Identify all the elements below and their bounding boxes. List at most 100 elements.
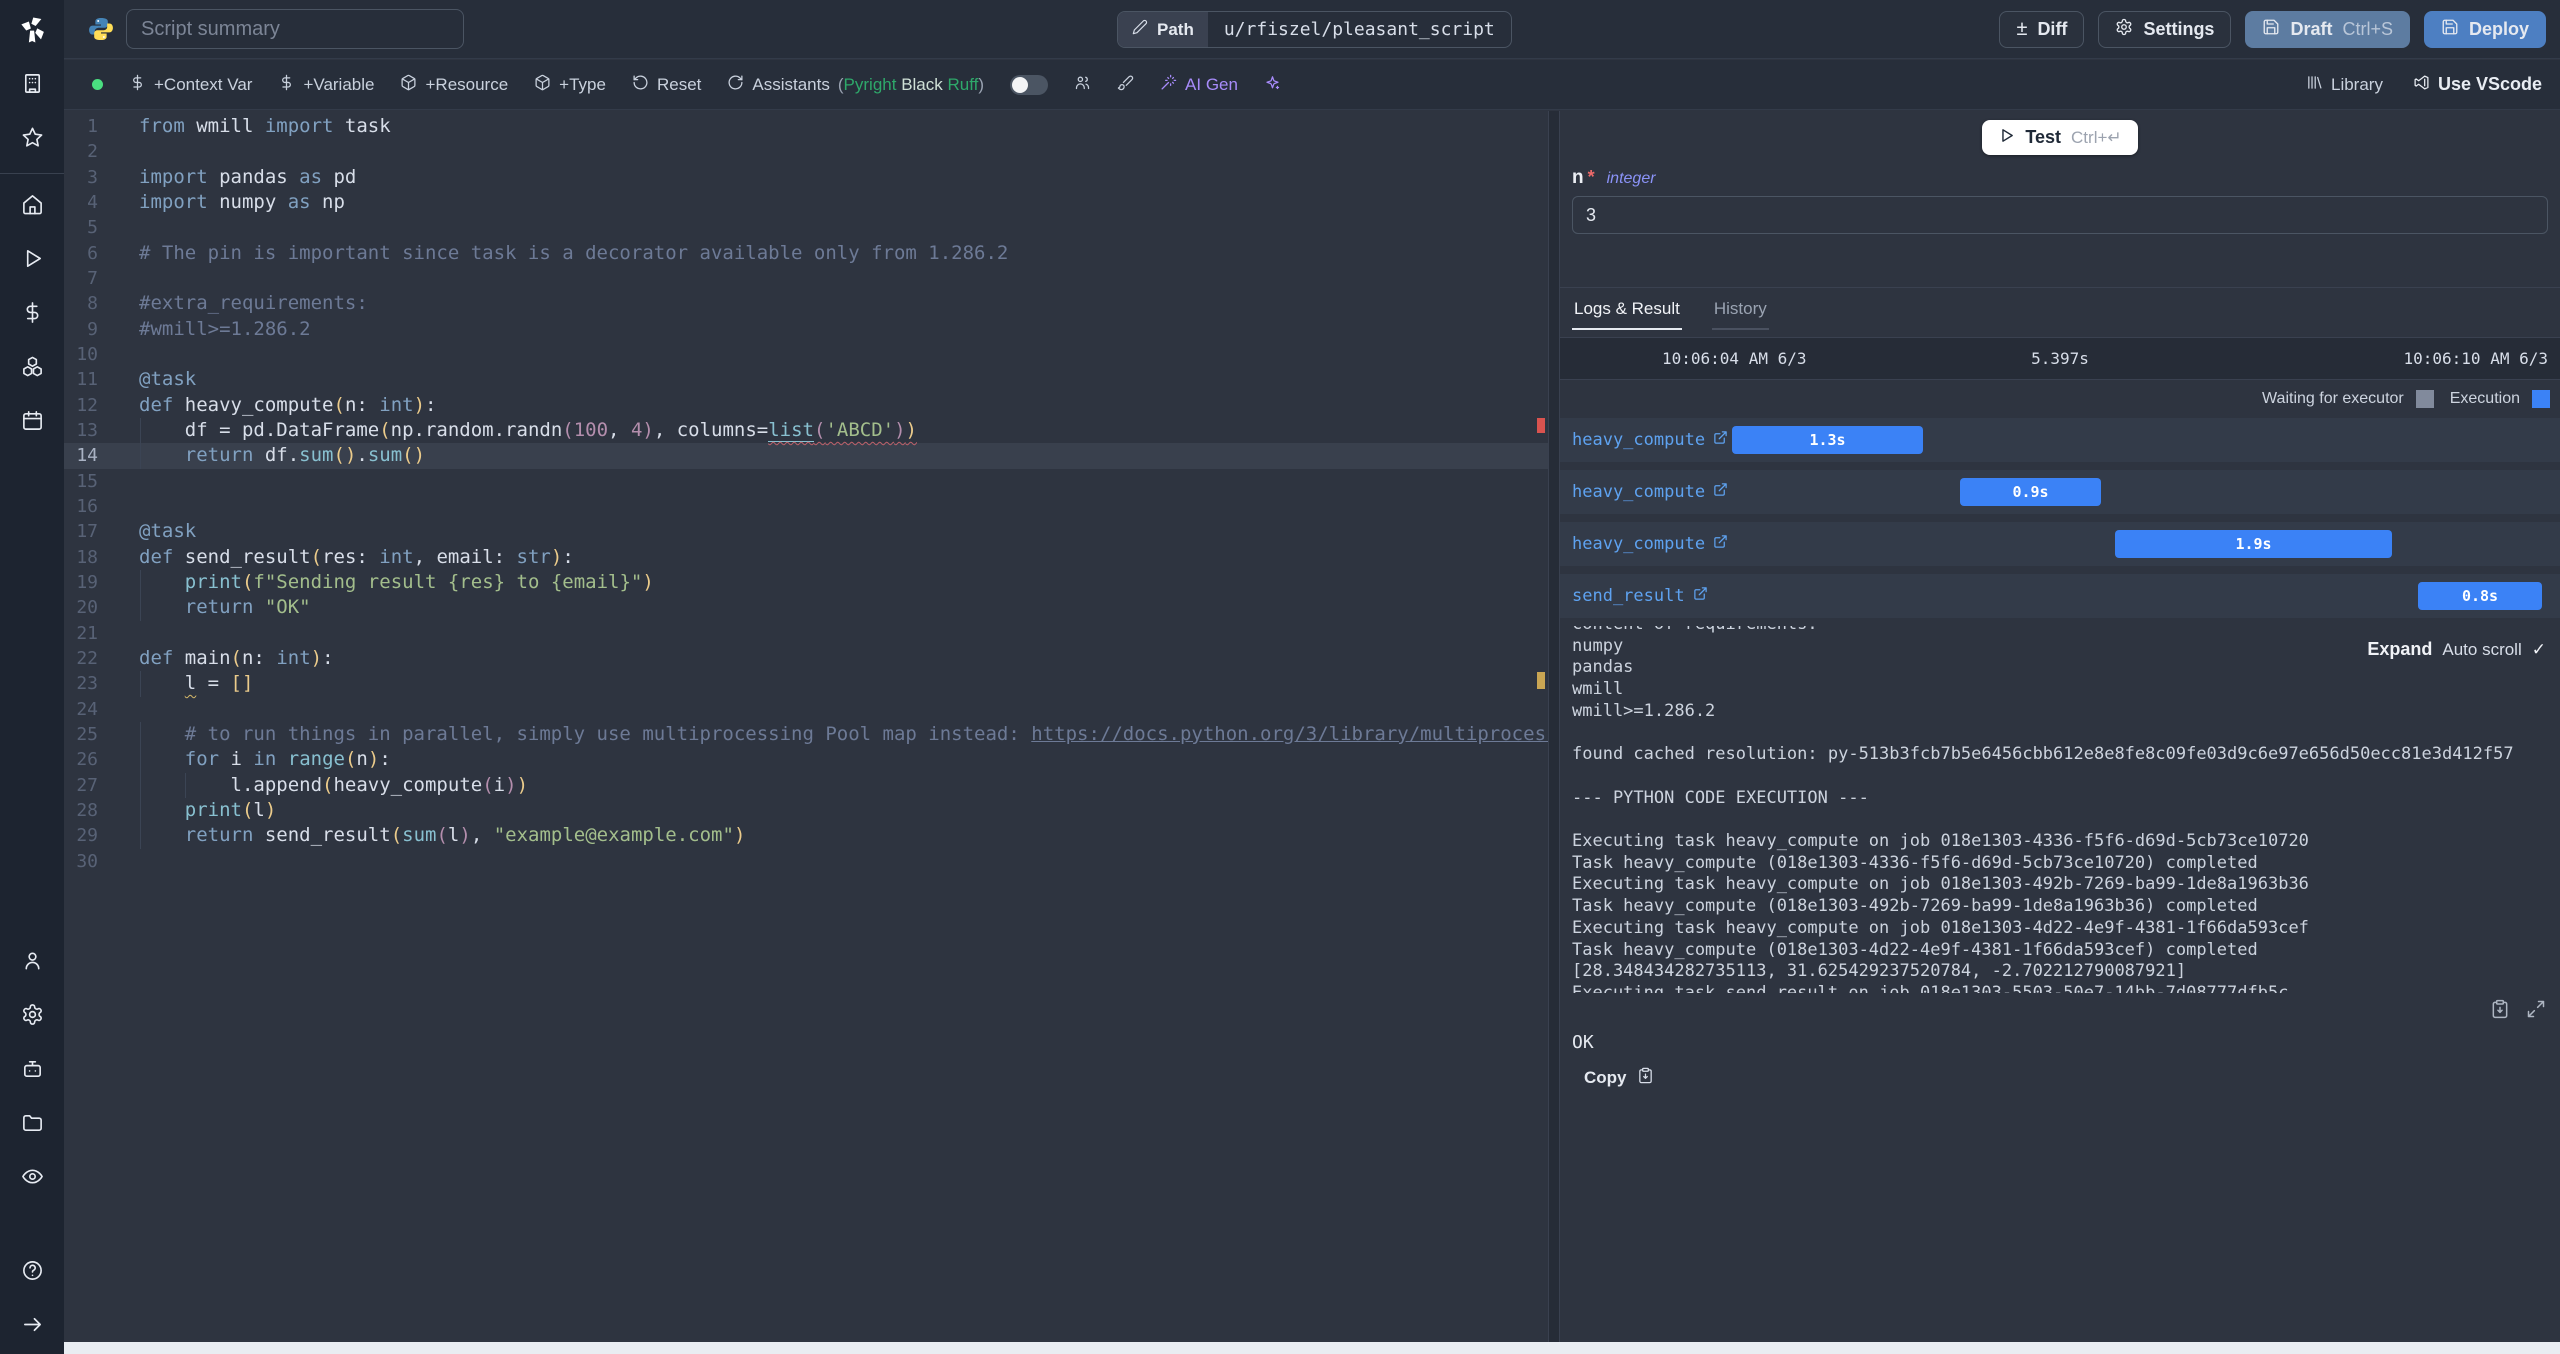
add-variable-button[interactable]: +Variable [278, 74, 374, 96]
line-number: 8 [87, 293, 98, 315]
vscode-icon [2413, 74, 2430, 96]
tab-history[interactable]: History [1711, 288, 1769, 330]
help-icon [21, 1259, 44, 1287]
bottom-scrollbar-track[interactable] [64, 1342, 2560, 1354]
path-value: u/rfiszel/pleasant_script [1223, 19, 1495, 40]
windmill-logo[interactable] [0, 0, 64, 59]
run-end-time: 10:06:10 AM 6/3 [2403, 349, 2549, 368]
code-line: 25 # to run things in parallel, simply u… [64, 721, 1548, 748]
warning-marker [1537, 672, 1545, 689]
task-link[interactable]: send_result [1572, 586, 1708, 606]
code-line: 15 [64, 469, 1548, 494]
legend-execution-label: Execution [2449, 390, 2520, 407]
ai-sparkles-button[interactable] [1264, 74, 1281, 96]
execution-bar[interactable]: 0.8s [2418, 582, 2542, 610]
collapse-arrow-icon [21, 1313, 44, 1341]
deploy-button[interactable]: Deploy [2423, 11, 2546, 48]
execution-bar[interactable]: 0.9s [1960, 478, 2101, 506]
execution-bar[interactable]: 1.9s [2115, 530, 2392, 558]
save-icon [2262, 18, 2280, 41]
reset-button[interactable]: Reset [632, 74, 701, 96]
autoscroll-toggle[interactable]: Auto scroll [2442, 640, 2521, 660]
log-viewer: content of requirements: numpy pandas wm… [1560, 626, 2560, 993]
test-shortcut: Ctrl+↵ [2071, 127, 2122, 147]
code-line: 8 #extra_requirements: [64, 291, 1548, 316]
sidebar-item-resources[interactable] [0, 342, 64, 396]
sidebar-item-audit[interactable] [0, 1152, 64, 1206]
code-editor[interactable]: 1 from wmill import task 2 3 import pandas a… [64, 111, 1548, 1342]
tab-logs-result[interactable]: Logs & Result [1572, 288, 1682, 330]
sidebar-item-help[interactable] [0, 1246, 64, 1300]
assistants-button[interactable]: Assistants (Pyright Black Ruff) [727, 74, 984, 96]
line-number: 11 [76, 369, 98, 391]
rotate-cw-icon [727, 74, 744, 96]
path-chip[interactable]: Path u/rfiszel/pleasant_script [1117, 11, 1512, 48]
code-line: 11 @task [64, 367, 1548, 392]
task-link[interactable]: heavy_compute [1572, 482, 1728, 502]
add-context-var-button[interactable]: +Context Var [129, 74, 252, 96]
use-vscode-button[interactable]: Use VScode [2413, 74, 2542, 96]
draft-shortcut: Ctrl+S [2342, 19, 2393, 39]
sidebar-item-settings[interactable] [0, 990, 64, 1044]
execution-bar[interactable]: 1.3s [1732, 426, 1923, 454]
code-line: 24 [64, 697, 1548, 722]
code-line: 12 def heavy_compute(n: int): [64, 393, 1548, 418]
settings-button[interactable]: Settings [2098, 11, 2232, 48]
multiplayer-button[interactable] [1074, 74, 1091, 96]
copy-result-button[interactable]: Copy [1584, 1067, 2560, 1089]
line-number: 1 [87, 116, 98, 137]
line-number: 24 [76, 698, 98, 720]
sidebar-item-workspace[interactable] [0, 59, 64, 113]
line-number: 25 [76, 723, 98, 745]
code-line: 1 from wmill import task [64, 114, 1548, 139]
copy-logs-icon[interactable] [2490, 999, 2510, 1024]
log-expand-button[interactable]: Expand [2367, 639, 2432, 660]
sidebar-item-favorites[interactable] [0, 113, 64, 167]
add-type-button[interactable]: +Type [534, 74, 606, 96]
pane-splitter[interactable] [1548, 111, 1560, 1342]
eye-icon [21, 1165, 44, 1193]
ai-gen-button[interactable]: AI Gen [1160, 74, 1238, 96]
arg-type-label: integer [1606, 170, 1656, 187]
library-button[interactable]: Library [2306, 74, 2383, 96]
format-brush-button[interactable] [1117, 74, 1134, 96]
task-link[interactable]: heavy_compute [1572, 534, 1728, 554]
line-number: 21 [76, 622, 98, 644]
sidebar-item-workers[interactable] [0, 1044, 64, 1098]
draft-button[interactable]: Draft Ctrl+S [2245, 11, 2410, 48]
task-link[interactable]: heavy_compute [1572, 430, 1728, 450]
code-line: 3 import pandas as pd [64, 165, 1548, 190]
content: 1 from wmill import task 2 3 import pandas a… [64, 111, 2560, 1342]
task-label: heavy_compute [1572, 482, 1706, 502]
line-number: 12 [76, 394, 98, 416]
check-icon: ✓ [2531, 639, 2546, 659]
sidebar-item-schedules[interactable] [0, 396, 64, 450]
sidebar-item-folders[interactable] [0, 1098, 64, 1152]
waiting-swatch [2415, 390, 2434, 408]
diff-button[interactable]: ± Diff [1999, 11, 2085, 48]
add-resource-button[interactable]: +Resource [400, 74, 508, 96]
assistants-toggle[interactable] [1010, 74, 1049, 95]
paintbrush-icon [1117, 74, 1134, 96]
sidebar-item-runs[interactable] [0, 234, 64, 288]
code-line: 16 [64, 494, 1548, 519]
test-button[interactable]: Test Ctrl+↵ [1982, 120, 2138, 155]
library-icon [2306, 74, 2323, 96]
fullscreen-icon[interactable] [2526, 999, 2546, 1024]
arg-n-input[interactable] [1572, 196, 2548, 234]
code-line: 17 @task [64, 519, 1548, 544]
code-line: 30 [64, 849, 1548, 874]
code-line: 5 [64, 215, 1548, 240]
sidebar-collapse[interactable] [0, 1300, 64, 1354]
status-dot [92, 79, 103, 90]
script-summary-input[interactable] [126, 9, 464, 49]
timeline-rows: heavy_compute 1.3s heavy_compute 0.9s heavy_… [1560, 418, 2560, 618]
code-line: 28 print(l) [64, 797, 1548, 824]
sidebar-item-variables[interactable] [0, 288, 64, 342]
sidebar-item-account[interactable] [0, 936, 64, 990]
line-number: 29 [76, 825, 98, 847]
log-output: content of requirements: numpy pandas wm… [1572, 626, 2514, 993]
sidebar-item-home[interactable] [0, 180, 64, 234]
timeline-row: heavy_compute 1.9s [1560, 522, 2560, 566]
code-line: 10 [64, 342, 1548, 367]
